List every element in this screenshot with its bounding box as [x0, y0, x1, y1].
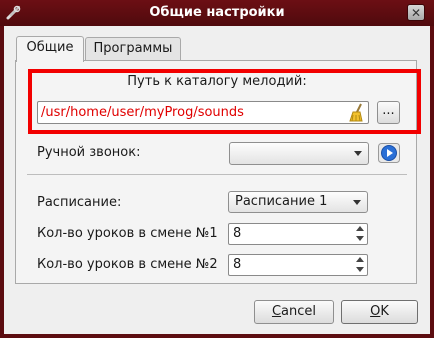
ok-label: K: [380, 304, 389, 319]
close-icon: ✕: [410, 6, 422, 20]
tab-programs[interactable]: Программы: [85, 37, 181, 61]
ok-button[interactable]: OK: [341, 300, 418, 324]
close-button[interactable]: ✕: [407, 4, 425, 21]
lessons-shift1-value: 8: [233, 226, 242, 241]
window-title: Общие настройки: [149, 5, 285, 20]
melody-dir-input[interactable]: /usr/home/user/myProg/sounds: [37, 101, 369, 124]
schedule-value: Расписание 1: [235, 194, 328, 209]
lessons-shift1-spinbox[interactable]: 8: [228, 223, 368, 245]
manual-bell-select[interactable]: [229, 142, 369, 165]
ok-mnemonic: O: [370, 304, 381, 319]
lessons-shift2-value: 8: [233, 257, 242, 272]
spin-down-icon[interactable]: [356, 267, 364, 272]
spin-down-icon[interactable]: [356, 236, 364, 241]
spin-up-icon[interactable]: [356, 226, 364, 231]
cancel-button[interactable]: Cancel: [254, 300, 334, 324]
schedule-label: Расписание:: [37, 195, 122, 210]
chevron-down-icon: [353, 200, 361, 205]
schedule-select[interactable]: Расписание 1: [228, 191, 368, 213]
window-frame-right: [430, 26, 434, 338]
cancel-mnemonic: C: [271, 304, 282, 319]
separator: [27, 174, 407, 175]
chevron-down-icon: [354, 151, 362, 156]
spin-up-icon[interactable]: [356, 257, 364, 262]
window-frame-bottom: [0, 334, 434, 338]
lessons-shift1-label: Кол-во уроков в смене №1: [37, 226, 218, 241]
clear-broom-icon[interactable]: [347, 103, 367, 123]
manual-bell-label: Ручной звонок:: [37, 145, 141, 160]
play-icon[interactable]: [378, 143, 400, 163]
lessons-shift2-label: Кол-во уроков в смене №2: [37, 257, 218, 272]
melody-dir-value: /usr/home/user/myProg/sounds: [41, 105, 244, 120]
title-bar[interactable]: Общие настройки ✕: [0, 0, 434, 26]
tab-general[interactable]: Общие: [16, 36, 84, 62]
browse-button[interactable]: ...: [377, 101, 400, 124]
melody-dir-label: Путь к каталогу мелодий:: [127, 74, 307, 89]
window-frame-left: [0, 26, 4, 338]
cancel-label: ancel: [281, 304, 317, 319]
lessons-shift2-spinbox[interactable]: 8: [228, 254, 368, 276]
